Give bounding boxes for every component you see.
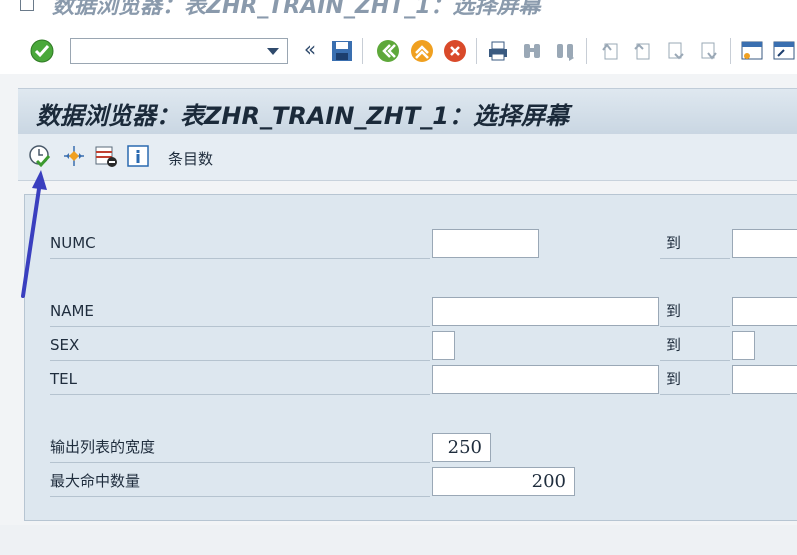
info-icon[interactable]	[126, 144, 150, 168]
execute-icon[interactable]	[28, 144, 52, 168]
output-width-label: 输出列表的宽度	[50, 438, 156, 456]
field-label-tel: TEL	[50, 370, 77, 388]
numc-from-input[interactable]	[432, 229, 539, 258]
delete-selection-icon[interactable]	[94, 144, 118, 168]
last-page-icon[interactable]	[697, 39, 721, 63]
exit-icon[interactable]	[410, 39, 434, 63]
document-icon	[20, 0, 34, 11]
page-header: 数据浏览器：表ZHR_TRAIN_ZHT_1：选择屏幕	[18, 88, 797, 135]
max-hits-input[interactable]	[432, 467, 575, 496]
next-page-icon[interactable]	[664, 39, 688, 63]
field-label-sex: SEX	[50, 336, 80, 354]
previous-page-icon[interactable]	[630, 39, 654, 63]
tel-from-input[interactable]	[432, 365, 659, 394]
back-chevron-icon[interactable]: «	[298, 37, 322, 61]
create-session-icon[interactable]	[740, 39, 764, 63]
name-to-input[interactable]	[732, 297, 797, 326]
number-of-entries-button[interactable]: 条目数	[168, 148, 213, 169]
chevron-down-icon[interactable]	[267, 48, 279, 55]
window-title-bar: 数据浏览器：表ZHR_TRAIN_ZHT_1：选择屏幕	[0, 0, 797, 22]
command-field[interactable]	[70, 38, 288, 64]
to-label: 到	[666, 336, 682, 354]
print-icon[interactable]	[486, 39, 510, 63]
first-page-icon[interactable]	[598, 39, 622, 63]
field-label-numc: NUMC	[50, 234, 96, 252]
sex-to-input[interactable]	[732, 331, 755, 360]
find-icon[interactable]	[520, 39, 544, 63]
back-icon[interactable]	[376, 39, 400, 63]
enter-icon[interactable]	[30, 39, 54, 63]
to-label: 到	[666, 302, 682, 320]
command-input[interactable]	[75, 39, 259, 63]
page-title: 数据浏览器：表ZHR_TRAIN_ZHT_1：选择屏幕	[36, 102, 569, 130]
tel-to-input[interactable]	[732, 365, 797, 394]
find-next-icon[interactable]	[553, 39, 577, 63]
window-title: 数据浏览器：表ZHR_TRAIN_ZHT_1：选择屏幕	[52, 0, 541, 19]
system-toolbar: «	[0, 22, 797, 75]
sex-from-input[interactable]	[432, 331, 455, 360]
application-toolbar: 条目数	[18, 134, 797, 181]
numc-to-input[interactable]	[732, 229, 797, 258]
to-label: 到	[666, 370, 682, 388]
max-hits-label: 最大命中数量	[50, 472, 141, 490]
shortcut-icon[interactable]	[772, 39, 796, 63]
cancel-icon[interactable]	[443, 39, 467, 63]
selection-options-icon[interactable]	[62, 144, 86, 168]
save-icon[interactable]	[330, 39, 354, 63]
field-label-name: NAME	[50, 302, 94, 320]
to-label: 到	[666, 234, 682, 252]
name-from-input[interactable]	[432, 297, 659, 326]
output-width-input[interactable]	[432, 433, 491, 462]
